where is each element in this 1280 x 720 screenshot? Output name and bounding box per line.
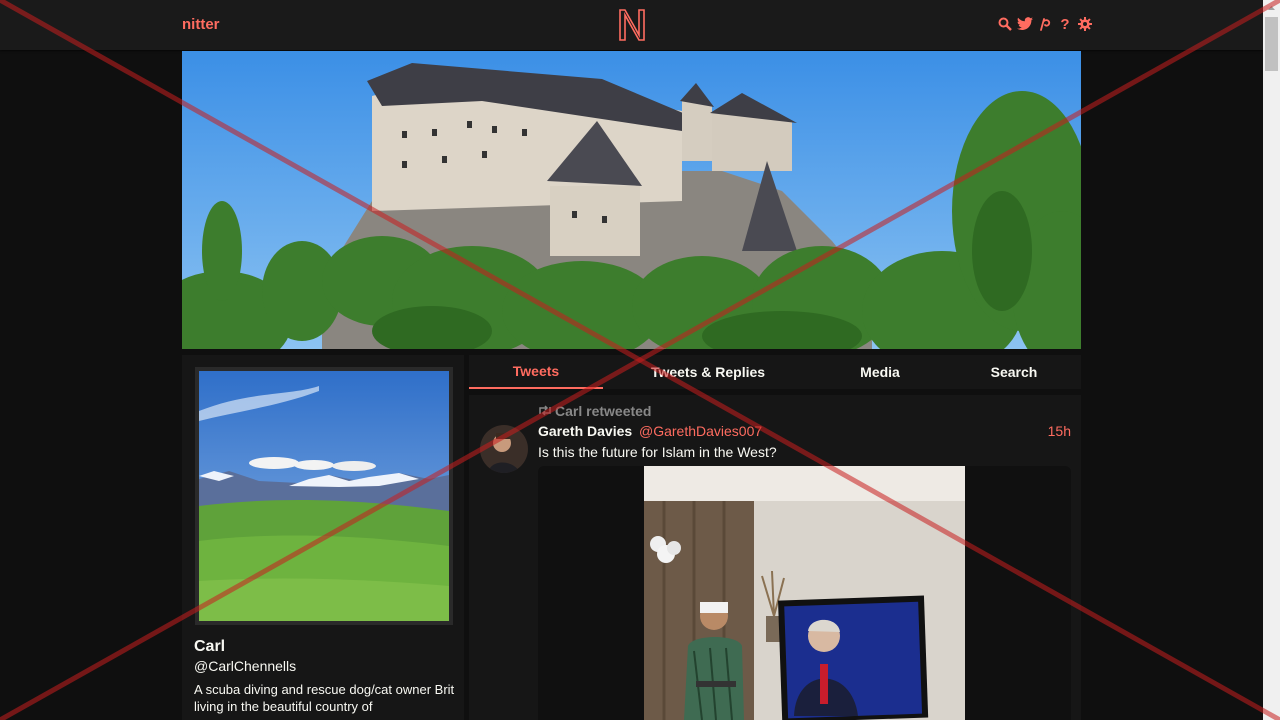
tab-tweets-replies[interactable]: Tweets & Replies: [603, 355, 813, 389]
avatar[interactable]: [199, 371, 449, 621]
tab-search[interactable]: Search: [947, 355, 1081, 389]
brand-link[interactable]: nitter: [182, 16, 220, 33]
profile-banner[interactable]: [182, 51, 1081, 349]
tweet-date[interactable]: 15h: [1000, 423, 1071, 439]
twitter-icon[interactable]: [1017, 16, 1033, 32]
help-icon[interactable]: ?: [1057, 16, 1073, 33]
tweet-text: Is this the future for Islam in the West…: [538, 444, 777, 460]
tab-tweets[interactable]: Tweets: [469, 355, 603, 389]
scrollbar-thumb[interactable]: [1265, 17, 1278, 71]
profile-username[interactable]: @CarlChennells: [194, 658, 296, 674]
retweet-header: Carl retweeted: [538, 403, 651, 419]
gear-icon[interactable]: [1077, 16, 1093, 32]
tweet-avatar[interactable]: [480, 425, 528, 473]
tweet-fullname[interactable]: Gareth Davies: [538, 423, 632, 439]
retweet-icon: [538, 403, 552, 419]
scroll-up-arrow-icon[interactable]: [1263, 0, 1280, 17]
profile-fullname[interactable]: Carl: [194, 638, 225, 656]
nitter-logo-icon[interactable]: [617, 7, 647, 43]
tweet-media-image[interactable]: [644, 466, 965, 720]
tweet-username[interactable]: @GarethDavies007: [639, 423, 762, 439]
rss-icon[interactable]: [1037, 16, 1053, 32]
navbar: nitter ?: [0, 0, 1263, 50]
nav-icons: ?: [997, 16, 1093, 33]
scrollbar[interactable]: [1263, 0, 1280, 720]
retweet-label: Carl retweeted: [555, 403, 652, 419]
tab-media[interactable]: Media: [813, 355, 947, 389]
profile-bio: A scuba diving and rescue dog/cat owner …: [194, 682, 455, 714]
timeline-tabs: Tweets Tweets & Replies Media Search: [469, 355, 1081, 389]
search-icon[interactable]: [997, 16, 1013, 32]
